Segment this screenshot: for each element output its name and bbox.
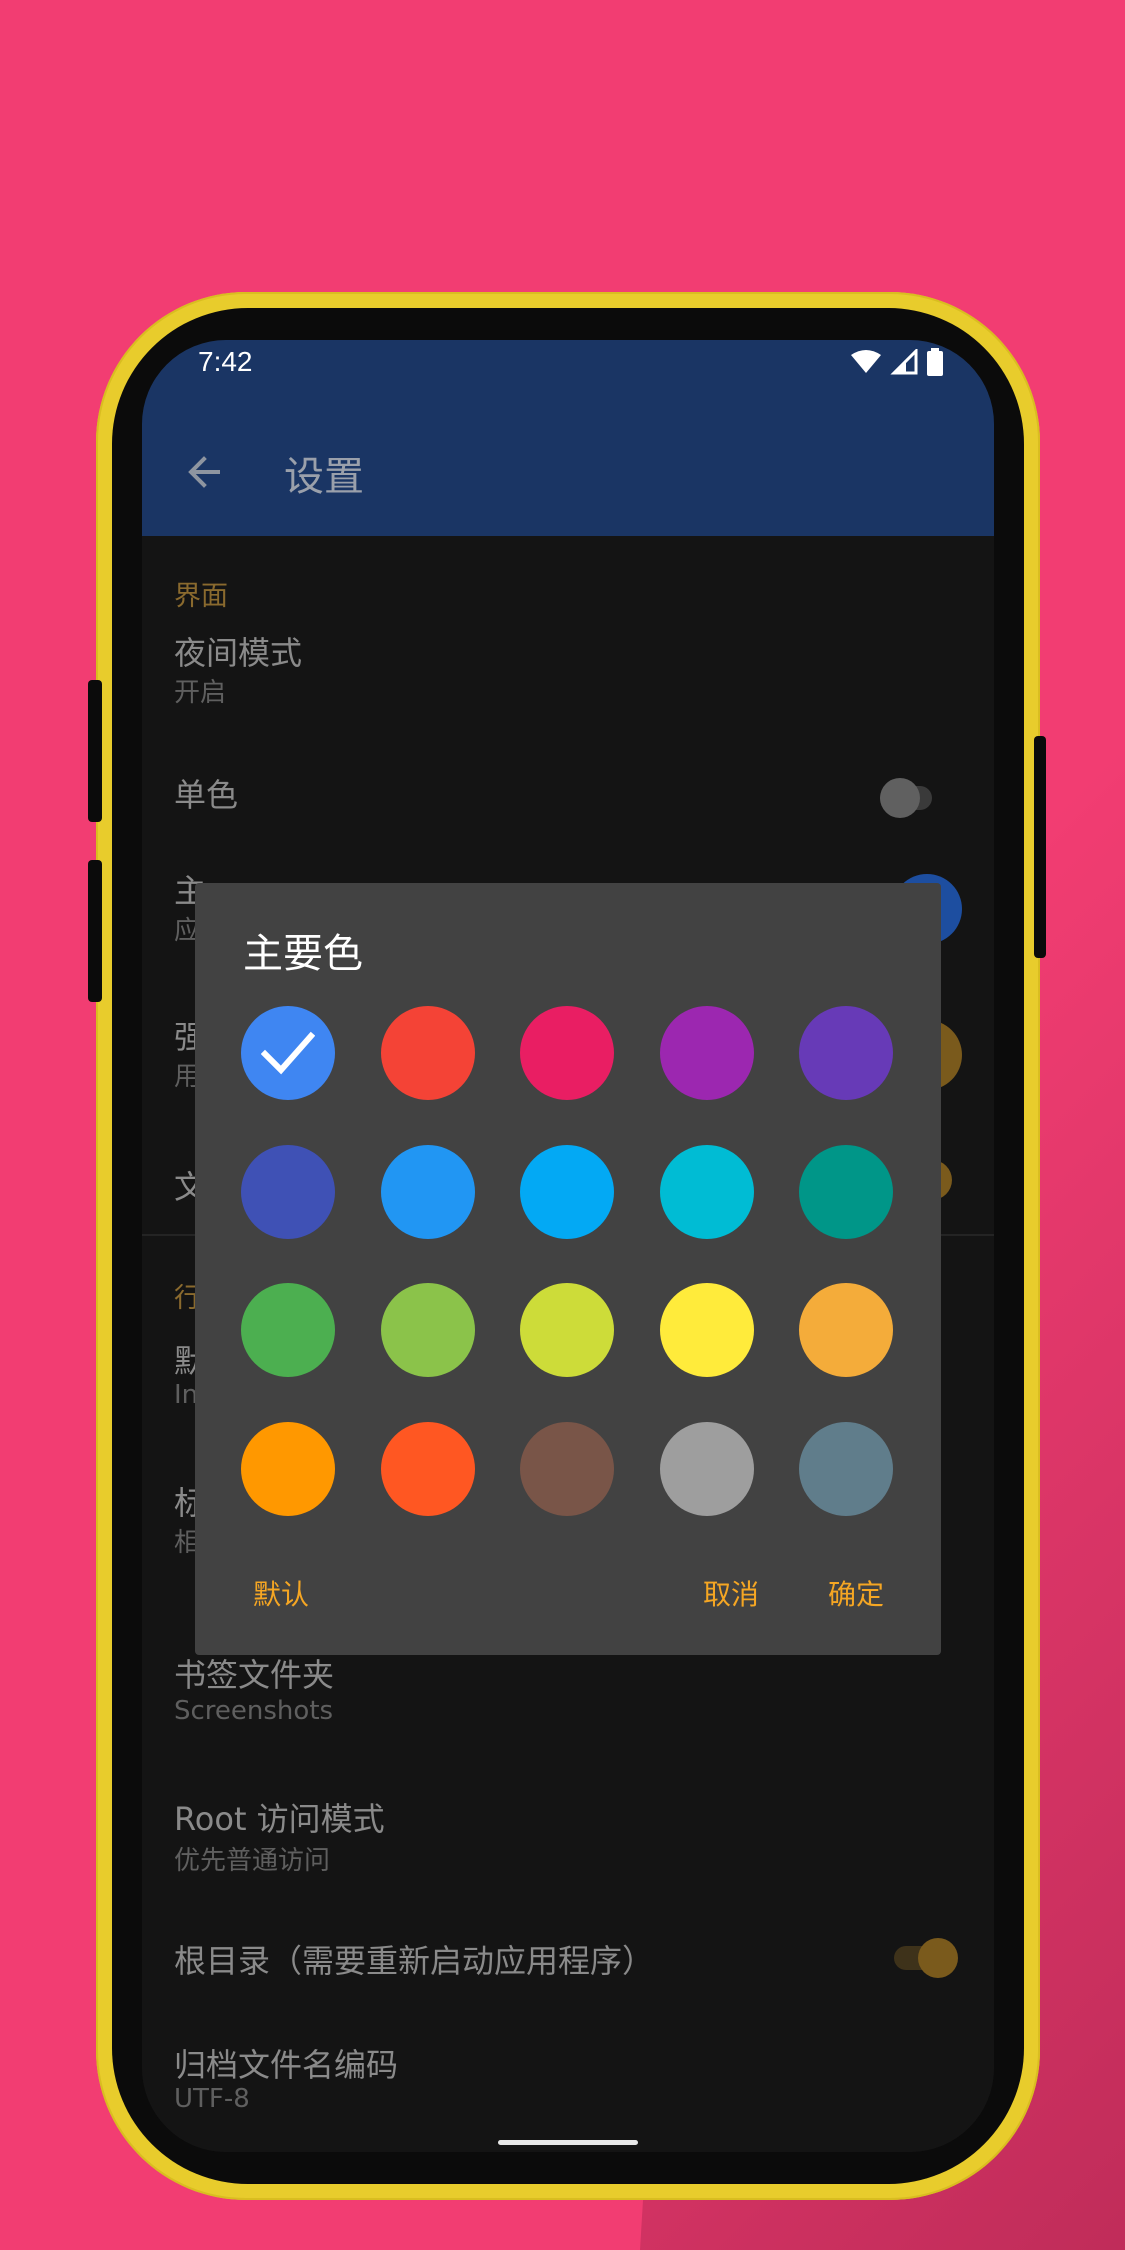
dialog-title: 主要色 (243, 931, 363, 977)
color-swatch[interactable] (520, 1283, 614, 1377)
color-swatch[interactable] (659, 1006, 754, 1100)
color-swatch[interactable] (241, 1283, 335, 1377)
setting-title: 夜间模式 (174, 634, 303, 672)
color-picker-dialog: 主要色 默认 取消 确定 (195, 883, 941, 1655)
setting-title: 书签文件夹 (174, 1656, 335, 1694)
volume-down-button (88, 860, 102, 1002)
setting-title: Root 访问模式 (174, 1800, 385, 1838)
gesture-nav-handle[interactable] (498, 2140, 638, 2145)
color-swatch[interactable] (520, 1144, 614, 1239)
wifi-icon (851, 350, 881, 373)
battery-icon (927, 348, 943, 376)
color-swatch[interactable] (520, 1421, 614, 1516)
setting-subtitle: 优先普通访问 (174, 1846, 331, 1876)
color-swatch[interactable] (241, 1006, 335, 1100)
monochrome-toggle-thumb[interactable] (880, 778, 920, 818)
signal-icon (890, 349, 918, 375)
color-swatch[interactable] (241, 1144, 335, 1239)
ok-button[interactable]: 确定 (828, 1573, 884, 1613)
color-swatch[interactable] (380, 1006, 475, 1100)
color-swatch[interactable] (380, 1144, 475, 1239)
setting-subtitle: Screenshots (174, 1696, 334, 1726)
setting-title: 归档文件名编码 (174, 2046, 399, 2084)
status-bar: 7:42 (142, 340, 994, 410)
app-bar: 设置 (142, 410, 994, 536)
color-swatch[interactable] (799, 1421, 893, 1516)
color-swatch[interactable] (659, 1283, 754, 1377)
default-button[interactable]: 默认 (253, 1573, 309, 1613)
color-swatch[interactable] (520, 1006, 614, 1100)
back-arrow-icon[interactable] (176, 442, 236, 502)
color-swatch[interactable] (380, 1421, 475, 1516)
color-swatch[interactable] (241, 1421, 335, 1516)
color-swatch[interactable] (380, 1283, 475, 1377)
setting-subtitle: UTF-8 (174, 2084, 250, 2114)
section-header-interface: 界面 (174, 581, 228, 612)
power-button (1034, 736, 1046, 958)
volume-up-button (88, 680, 102, 822)
cancel-button[interactable]: 取消 (703, 1573, 759, 1613)
root-directory-toggle-thumb[interactable] (918, 1938, 958, 1978)
setting-title: 单色 (174, 776, 239, 814)
color-swatch[interactable] (799, 1006, 893, 1100)
checkmark-icon (261, 1031, 315, 1075)
page-title: 设置 (284, 454, 364, 500)
setting-title: 根目录（需要重新启动应用程序） (174, 1942, 655, 1980)
setting-subtitle: 开启 (174, 678, 227, 708)
status-time: 7:42 (198, 346, 253, 377)
color-swatch[interactable] (659, 1421, 754, 1516)
color-swatch[interactable] (659, 1144, 754, 1239)
status-icons (850, 348, 944, 376)
color-swatch[interactable] (799, 1144, 893, 1239)
color-swatch[interactable] (799, 1283, 893, 1377)
